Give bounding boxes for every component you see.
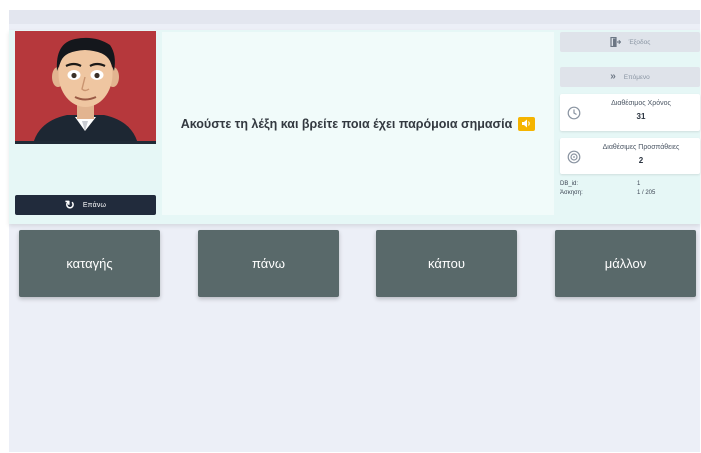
exit-door-icon — [609, 37, 621, 47]
target-icon — [567, 150, 581, 164]
meta-row-db-id: DB_id: 1 — [560, 181, 700, 190]
question-text: Ακούστε τη λέξη και βρείτε ποια έχει παρ… — [180, 116, 513, 131]
answer-option[interactable]: καταγής — [19, 230, 160, 297]
meta-value: 1 / 205 — [637, 190, 656, 196]
meta-value: 1 — [637, 181, 641, 187]
meta-key: Άσκηση: — [560, 190, 583, 196]
clock-icon — [567, 106, 581, 120]
exercise-panel: ↻ Επάνω Ακούστε τη λέξη και βρείτε ποια … — [9, 30, 700, 224]
answer-option[interactable]: μάλλον — [555, 230, 696, 297]
time-remaining-card: Διαθέσιμος Χρόνος 31 — [560, 94, 700, 131]
exercise-meta: DB_id: 1 Άσκηση: 1 / 205 — [560, 181, 700, 199]
meta-row-exercise: Άσκηση: 1 / 205 — [560, 190, 700, 199]
speaker-icon — [522, 119, 531, 128]
answer-option[interactable]: πάνω — [198, 230, 339, 297]
attempts-remaining-label: Διαθέσιμες Προσπάθειες — [602, 144, 680, 151]
attempts-remaining-card: Διαθέσιμες Προσπάθειες 2 — [560, 138, 700, 174]
play-audio-button[interactable] — [518, 116, 536, 131]
refresh-icon: ↻ — [64, 198, 75, 212]
exit-button[interactable]: Έξοδος — [560, 32, 700, 52]
exit-button-label: Έξοδος — [628, 38, 651, 46]
avatar-illustration — [15, 31, 156, 141]
time-remaining-label: Διαθέσιμος Χρόνος — [611, 100, 671, 107]
time-remaining-value: 31 — [636, 112, 646, 121]
meta-key: DB_id: — [560, 181, 579, 187]
avatar — [15, 31, 156, 144]
double-chevron-right-icon: » — [610, 71, 616, 82]
repeat-button[interactable]: ↻ Επάνω — [15, 195, 156, 215]
attempts-remaining-value: 2 — [638, 156, 644, 165]
next-button[interactable]: » Επόμενο — [560, 67, 700, 87]
app-root: ↻ Επάνω Ακούστε τη λέξη και βρείτε ποια … — [9, 10, 700, 452]
repeat-button-label: Επάνω — [82, 201, 107, 209]
top-bar — [9, 10, 700, 24]
question-area: Ακούστε τη λέξη και βρείτε ποια έχει παρ… — [162, 32, 554, 215]
next-button-label: Επόμενο — [623, 73, 650, 81]
answer-option[interactable]: κάπου — [376, 230, 517, 297]
